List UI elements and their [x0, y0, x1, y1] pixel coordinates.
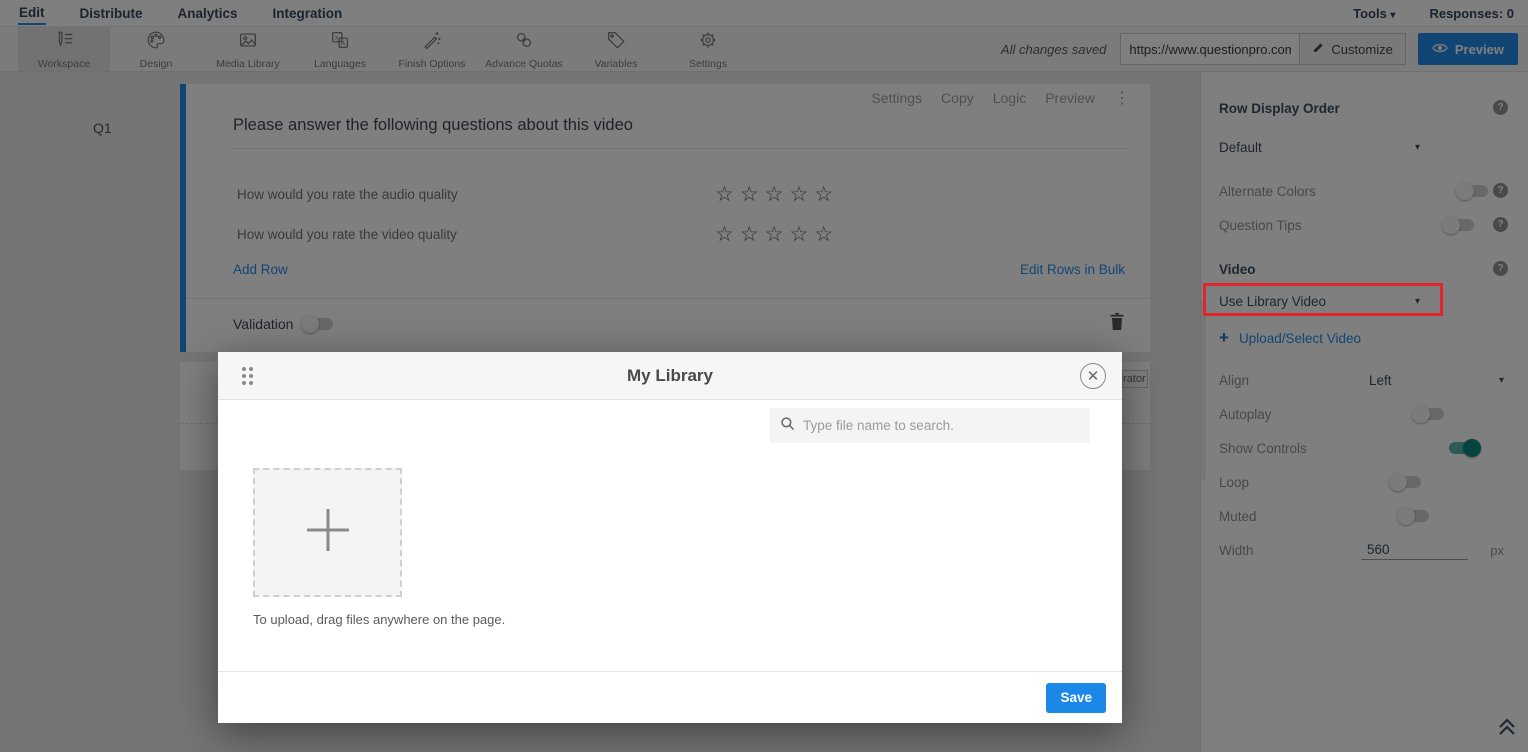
library-search — [770, 408, 1090, 443]
modal-title: My Library — [627, 366, 713, 386]
modal-header: My Library ✕ — [218, 352, 1122, 400]
my-library-modal: My Library ✕ To upload, drag files anywh… — [218, 352, 1122, 723]
upload-tile[interactable] — [253, 468, 402, 597]
drag-handle-icon[interactable] — [242, 367, 253, 385]
library-search-input[interactable] — [803, 418, 1080, 433]
plus-icon — [299, 501, 357, 564]
modal-body: To upload, drag files anywhere on the pa… — [218, 400, 1122, 671]
save-button[interactable]: Save — [1046, 683, 1106, 713]
close-icon[interactable]: ✕ — [1080, 363, 1106, 389]
upload-hint-text: To upload, drag files anywhere on the pa… — [253, 612, 505, 627]
search-icon — [780, 416, 795, 436]
modal-footer: Save — [218, 671, 1122, 723]
highlight-box — [1203, 283, 1443, 316]
